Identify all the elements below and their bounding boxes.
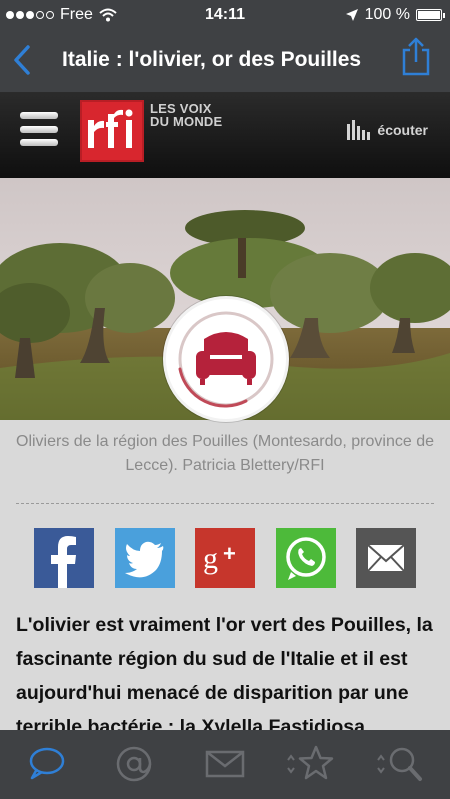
- audio-bars-icon: [347, 120, 371, 140]
- facebook-icon: [51, 536, 76, 588]
- chat-bubble-icon[interactable]: [24, 742, 68, 786]
- tab-bar: [0, 730, 450, 799]
- rfi-header: LES VOIX DU MONDE écouter: [0, 92, 450, 178]
- article-lead: L'olivier est vraiment l'or vert des Pou…: [16, 614, 433, 738]
- navigation-bar: Italie : l'olivier, or des Pouilles: [0, 30, 450, 92]
- rfi-tagline: LES VOIX DU MONDE: [150, 102, 222, 128]
- email-share-button[interactable]: [356, 528, 416, 588]
- status-bar: Free 14:11 100 %: [0, 0, 450, 30]
- share-icon[interactable]: [400, 36, 432, 76]
- status-right: 100 %: [345, 6, 445, 24]
- battery-level: [418, 11, 440, 19]
- battery-percent: 100 %: [364, 6, 410, 23]
- google-plus-icon: g +: [203, 541, 236, 575]
- at-sign-icon[interactable]: [112, 742, 156, 786]
- whatsapp-icon: [286, 537, 326, 580]
- twitter-icon: [125, 541, 164, 578]
- tagline-line-2: DU MONDE: [150, 114, 223, 129]
- battery-icon: [416, 9, 445, 21]
- search-icon[interactable]: [372, 742, 428, 786]
- photo-caption: Oliviers de la région des Pouilles (Mont…: [16, 433, 434, 474]
- divider: [16, 503, 434, 504]
- rfi-logo: [80, 100, 144, 162]
- star-icon[interactable]: [282, 742, 338, 786]
- svg-text:+: +: [223, 541, 236, 566]
- facebook-share-button[interactable]: [34, 528, 94, 588]
- envelope-icon[interactable]: [203, 742, 247, 786]
- listen-button[interactable]: écouter: [347, 120, 428, 140]
- armchair-badge: [163, 296, 289, 422]
- armchair-icon: [196, 332, 256, 385]
- listen-label: écouter: [377, 122, 428, 138]
- page-title: Italie : l'olivier, or des Pouilles: [62, 48, 362, 71]
- twitter-share-button[interactable]: [115, 528, 175, 588]
- back-chevron-icon[interactable]: [8, 42, 38, 78]
- whatsapp-share-button[interactable]: [276, 528, 336, 588]
- hamburger-menu-icon[interactable]: [20, 112, 58, 146]
- location-arrow-icon: [345, 9, 358, 21]
- svg-text:g: g: [203, 542, 218, 575]
- mail-icon: [367, 544, 405, 572]
- google-plus-share-button[interactable]: g +: [195, 528, 255, 588]
